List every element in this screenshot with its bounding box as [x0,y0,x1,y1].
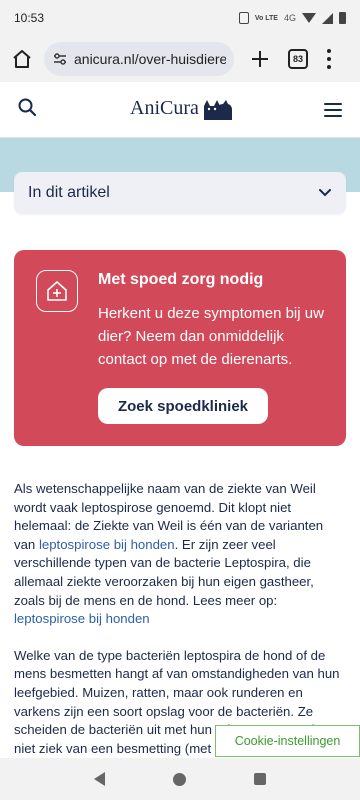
hamburger-line [324,102,342,105]
cookie-settings-button[interactable]: Cookie-instellingen [215,725,360,757]
status-icons: Vo LTE 4G [238,12,346,24]
vibrate-icon [238,12,249,24]
urgent-title: Met spoed zorg nodig [98,271,264,288]
toc-label: In dit artikel [28,184,110,201]
new-tab-button[interactable] [246,45,274,73]
site-settings-icon[interactable] [52,51,68,67]
browser-menu-button[interactable] [324,47,334,71]
article-toc-dropdown[interactable]: In dit artikel [14,172,346,214]
battery-icon [339,12,346,24]
volte-icon: Vo LTE [254,14,278,22]
recent-apps-icon[interactable] [254,773,266,785]
site-header: AniCura [0,82,360,138]
system-nav-bar [0,758,360,800]
logo-text: AniCura [130,96,199,119]
signal-icon [322,12,333,24]
leptospirose-link[interactable]: leptospirose bij honden [39,537,175,552]
home-circle-icon[interactable] [173,772,186,786]
article-paragraph: Als wetenschappelijke naam van de ziekte… [14,480,346,629]
clinic-plus-icon [36,270,78,312]
anicura-logo[interactable]: AniCura [130,94,234,122]
leptospirose-link[interactable]: leptospirose bij honden [14,611,150,626]
browser-toolbar: anicura.nl/over-huisdieren 83 [0,36,360,82]
find-emergency-clinic-button[interactable]: Zoek spoedkliniek [98,388,268,424]
wifi-icon [302,13,316,23]
chevron-down-icon [318,186,332,200]
plus-icon [252,51,268,67]
logo-animals-icon [203,100,232,120]
tab-switcher-button[interactable]: 83 [288,49,308,69]
hamburger-menu-button[interactable] [324,102,342,117]
home-icon [13,50,31,68]
status-time: 10:53 [14,11,45,25]
network-type-label: 4G [283,13,296,23]
hamburger-line [324,114,342,117]
urgent-care-card: Met spoed zorg nodig Herkent u deze symp… [14,250,346,446]
urgent-text: Herkent u deze symptomen bij uw dier? Ne… [98,305,324,368]
search-icon [18,98,37,117]
hamburger-line [324,108,342,111]
url-text: anicura.nl/over-huisdieren [74,51,226,67]
address-bar[interactable]: anicura.nl/over-huisdieren [44,42,234,76]
menu-dot [327,49,331,53]
status-bar: 10:53 Vo LTE 4G [0,0,360,36]
search-button[interactable] [18,98,37,121]
menu-dot [327,57,331,61]
menu-dot [327,65,331,69]
home-button[interactable] [8,45,36,73]
back-icon[interactable] [94,772,105,786]
